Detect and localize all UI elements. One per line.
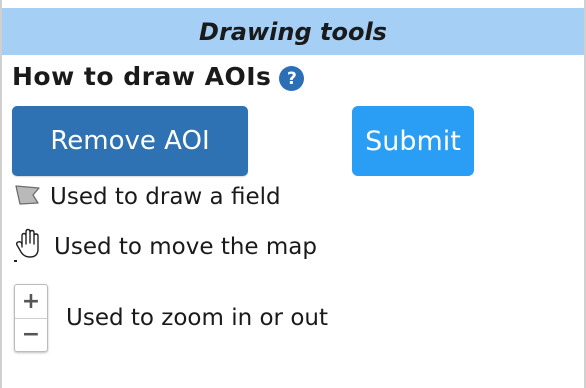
howto-heading-row: How to draw AOIs ? — [12, 62, 305, 91]
hand-pan-icon — [14, 227, 44, 267]
tool-label-move: Used to move the map — [54, 234, 317, 260]
submit-button[interactable]: Submit — [352, 106, 474, 176]
panel-title: Drawing tools — [199, 17, 387, 46]
tool-label-zoom: Used to zoom in or out — [66, 305, 328, 331]
panel-header: Drawing tools — [2, 8, 584, 55]
help-question-icon[interactable]: ? — [279, 66, 305, 91]
tool-row-draw: Used to draw a field — [14, 180, 281, 214]
howto-title: How to draw AOIs — [12, 62, 272, 91]
tool-label-draw: Used to draw a field — [50, 184, 281, 210]
tool-row-move: Used to move the map — [14, 228, 317, 266]
tool-row-zoom: + − Used to zoom in or out — [14, 282, 328, 354]
zoom-in-icon[interactable]: + — [15, 285, 47, 318]
drawing-tools-panel: Drawing tools How to draw AOIs ? Remove … — [0, 0, 586, 388]
remove-aoi-button[interactable]: Remove AOI — [12, 106, 248, 176]
polygon-draw-icon — [14, 182, 42, 212]
zoom-control-icon: + − — [14, 284, 48, 352]
zoom-out-icon[interactable]: − — [15, 317, 47, 352]
